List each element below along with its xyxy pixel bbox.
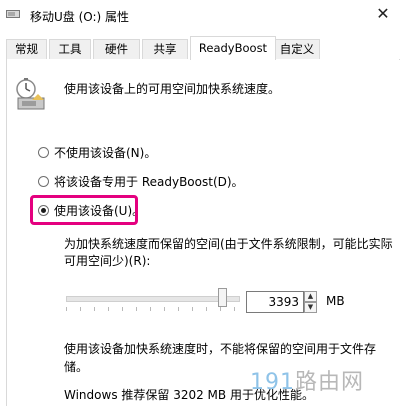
title-bar: 移动U盘 (O:) 属性 ✕ [0, 0, 400, 30]
reserve-space-label: 为加快系统速度而保留的空间(由于文件系统限制，可能比实际可用空间少)(R): [64, 237, 393, 268]
chevron-up-icon: ▲ [307, 292, 314, 300]
tab-customize[interactable]: 自定义 [274, 39, 320, 59]
watermark-text: 路由网 [295, 370, 365, 395]
selected-option-highlight [30, 195, 138, 225]
reserve-slider-thumb[interactable] [218, 288, 227, 307]
reserve-slider-track[interactable] [66, 296, 240, 302]
tab-general[interactable]: 常规 [6, 39, 47, 59]
radio-do-not-use[interactable] [38, 146, 49, 158]
spin-down-button[interactable]: ▼ [304, 302, 317, 313]
chevron-down-icon: ▼ [307, 303, 314, 311]
option-do-not-use[interactable]: 不使用该设备(N)。 [38, 143, 156, 161]
option-dedicate[interactable]: 将该设备专用于 ReadyBoost(D)。 [38, 172, 244, 190]
tab-readyboost[interactable]: ReadyBoost [190, 36, 276, 60]
readyboost-intro: 使用该设备上的可用空间加快系统速度。 [64, 82, 281, 96]
reserve-size-input[interactable]: 3393 [246, 291, 304, 313]
site-watermark: 191路由网 [250, 364, 364, 396]
window-title: 移动U盘 (O:) 属性 [30, 10, 130, 24]
close-button[interactable]: ✕ [368, 0, 398, 28]
usb-drive-icon [6, 10, 20, 18]
reserve-slider-ticks [66, 307, 240, 311]
close-icon: ✕ [376, 4, 390, 23]
spin-up-button[interactable]: ▲ [304, 291, 317, 302]
option-do-not-use-label: 不使用该设备(N)。 [54, 145, 157, 160]
tab-strip: 常规 工具 硬件 共享 ReadyBoost 自定义 [6, 36, 400, 60]
tab-sharing[interactable]: 共享 [142, 39, 188, 59]
reserve-unit: MB [326, 294, 345, 308]
option-dedicate-label: 将该设备专用于 ReadyBoost(D)。 [54, 174, 244, 189]
radio-dedicate[interactable] [38, 175, 49, 187]
tab-hardware[interactable]: 硬件 [93, 39, 140, 59]
readyboost-drive-icon [16, 78, 45, 110]
tab-tools[interactable]: 工具 [49, 39, 91, 59]
watermark-number: 191 [250, 370, 295, 395]
